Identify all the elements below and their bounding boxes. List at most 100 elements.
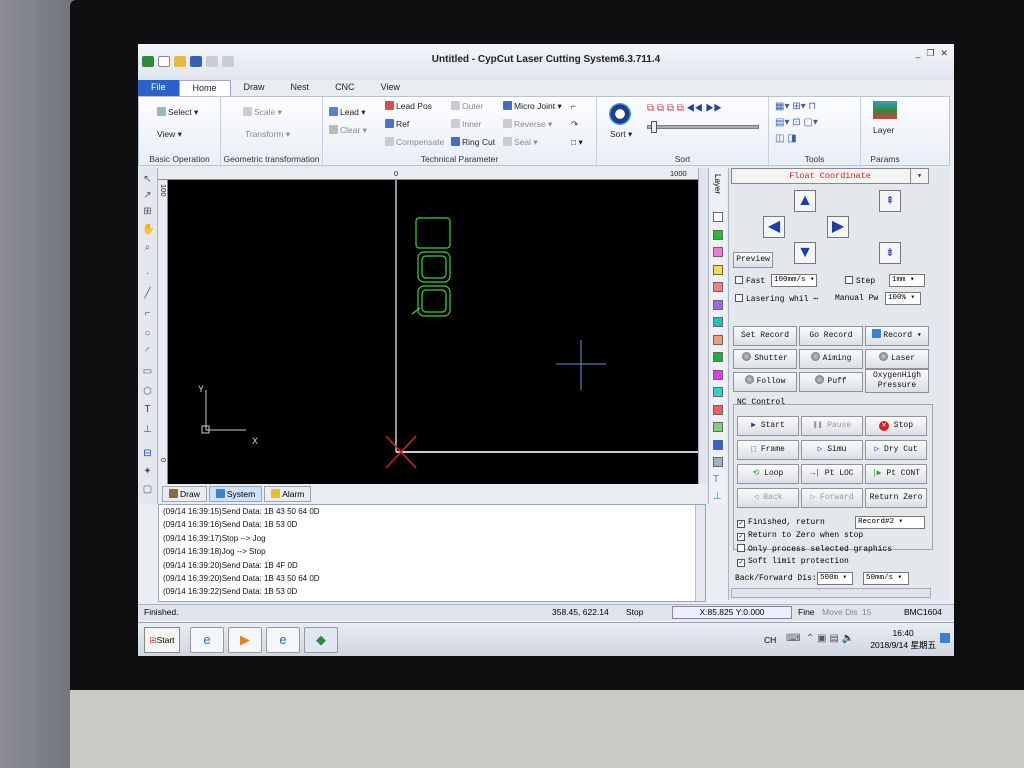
close-button[interactable]: ✕ <box>940 48 948 59</box>
soft-limit-checkbox[interactable]: ✓ Soft limit protection <box>737 557 849 567</box>
drawing-canvas[interactable]: 0 1000 100 0 Y X <box>158 168 698 484</box>
canvas-scrollbar[interactable] <box>698 168 708 484</box>
return-zero-button[interactable]: Return Zero <box>865 488 927 508</box>
tab-cnc[interactable]: CNC <box>322 80 368 96</box>
scale-button[interactable]: Scale ▾ <box>243 107 282 118</box>
inner-button[interactable]: Inner <box>451 119 481 129</box>
coordinate-mode-dropdown-icon[interactable]: ▾ <box>910 169 928 183</box>
line-icon[interactable]: ╱ <box>142 288 153 299</box>
follow-button[interactable]: Follow <box>733 372 797 392</box>
tray-icons[interactable]: ⌃ ▣ ▤ 🔈 <box>806 633 854 644</box>
layer-color-swatch[interactable] <box>713 247 723 257</box>
z-up-button[interactable]: ⇞ <box>879 190 901 212</box>
ring-cut-button[interactable]: Ring Cut <box>451 137 495 147</box>
pt-loc-button[interactable]: →| Pt LOC <box>801 464 863 484</box>
shutter-button[interactable]: Shutter <box>733 349 797 369</box>
sort-icon[interactable] <box>609 103 631 125</box>
tools-icons-row2[interactable]: ▤▾ ⊡ ▢▾ <box>775 117 818 128</box>
dimension-layer-icon[interactable]: ⊥ <box>713 492 723 502</box>
layer-color-swatch[interactable] <box>713 212 723 222</box>
cypcut-app-icon[interactable]: ◆ <box>304 627 338 653</box>
frame-tool-icon[interactable]: ▢ <box>142 484 153 495</box>
jog-down-button[interactable]: ▼ <box>794 242 816 264</box>
jog-up-button[interactable]: ▲ <box>794 190 816 212</box>
set-record-button[interactable]: Set Record <box>733 326 797 346</box>
back-forward-speed-select[interactable]: 50mm/s ▾ <box>863 572 909 585</box>
return-zero-on-stop-check[interactable]: ✓ <box>737 533 745 541</box>
circle-icon[interactable]: ○ <box>142 328 153 339</box>
text-layer-icon[interactable]: T <box>713 474 723 485</box>
restore-button[interactable]: ❐ <box>926 48 934 59</box>
magic-wand-icon[interactable]: ✦ <box>142 466 153 477</box>
coordinate-mode-select[interactable]: Float Coordinate ▾ <box>731 168 929 184</box>
back-forward-distance-select[interactable]: 500m ▾ <box>817 572 853 585</box>
fast-speed-select[interactable]: 100mm/s ▾ <box>771 274 817 287</box>
record-menu-button[interactable]: Record ▾ <box>865 326 929 346</box>
clock[interactable]: 16:40 2018/9/14 星期五 <box>870 627 936 651</box>
layer-color-swatch[interactable] <box>713 299 723 310</box>
log-scrollbar[interactable] <box>695 505 705 601</box>
finished-target-select[interactable]: Record#2 ▾ <box>855 516 925 529</box>
tab-draw[interactable]: Draw <box>231 80 278 96</box>
frame-button[interactable]: ⬚ Frame <box>737 440 799 460</box>
preview-button[interactable]: Preview <box>733 252 773 268</box>
ie-browser-2-icon[interactable]: e <box>266 627 300 653</box>
layer-color-swatch[interactable] <box>713 317 723 327</box>
return-zero-on-stop-checkbox[interactable]: ✓ Return to Zero when stop <box>737 531 863 541</box>
tab-view[interactable]: View <box>368 80 413 96</box>
select-button[interactable]: Select ▾ <box>157 107 198 118</box>
loop-button[interactable]: ⟲ Loop <box>737 464 799 484</box>
manual-power-select[interactable]: 100% ▾ <box>885 292 921 305</box>
tab-system-output[interactable]: System <box>208 486 263 502</box>
seal-button[interactable]: Seal ▾ <box>503 137 538 148</box>
lead-pos-button[interactable]: Lead Pos <box>385 101 432 111</box>
corner-tool-icon[interactable]: ⌐ <box>571 101 576 111</box>
layer-color-swatch[interactable] <box>713 457 723 467</box>
rectangle-icon[interactable]: ▭ <box>142 366 153 377</box>
forward-button[interactable]: ▷ Forward <box>801 488 863 508</box>
finished-return-checkbox[interactable]: ✓ Finished, return <box>737 518 825 528</box>
polyline-icon[interactable]: ⌐ <box>142 308 153 319</box>
layer-color-swatch[interactable] <box>713 282 723 292</box>
start-button[interactable]: ▶ Start <box>737 416 799 436</box>
finished-return-check[interactable]: ✓ <box>737 520 745 528</box>
sort-order-icons[interactable]: ⧉ ⧉ ⧉ ⧉ ◀◀ ▶▶ <box>647 103 721 114</box>
simulate-button[interactable]: ▷ Simu <box>801 440 863 460</box>
tools-icons-row3[interactable]: ◫ ◨ <box>775 133 797 144</box>
jog-left-button[interactable]: ◀ <box>763 216 785 238</box>
curve-tool-icon[interactable]: ↷ <box>571 119 578 130</box>
layer-color-swatch[interactable] <box>713 422 723 432</box>
arc-icon[interactable]: ◜ <box>142 346 153 357</box>
sort-slider-thumb[interactable] <box>651 121 657 133</box>
clear-button[interactable]: Clear ▾ <box>329 125 367 136</box>
text-select-icon[interactable]: ⊞ <box>142 206 153 217</box>
reverse-button[interactable]: Reverse ▾ <box>503 119 552 130</box>
select-tool-icon[interactable]: ↖ <box>142 174 153 185</box>
ie-browser-icon[interactable]: e <box>190 627 224 653</box>
layer-icon[interactable] <box>873 101 897 119</box>
panel-horizontal-scrollbar[interactable] <box>731 588 931 598</box>
layer-button[interactable]: Layer <box>873 125 894 135</box>
tab-file[interactable]: File <box>138 80 179 96</box>
outer-button[interactable]: Outer <box>451 101 483 111</box>
sort-slider[interactable] <box>647 125 759 129</box>
layer-color-swatch[interactable] <box>713 439 723 450</box>
array-icon[interactable]: ⊟ <box>142 448 153 459</box>
only-selected-checkbox[interactable]: Only process selected graphics <box>737 544 892 554</box>
layer-color-swatch[interactable] <box>713 387 723 397</box>
back-button[interactable]: ◁ Back <box>737 488 799 508</box>
lasering-checkbox[interactable]: Lasering whil ⋯ <box>735 294 818 304</box>
show-desktop-icon[interactable] <box>940 633 950 643</box>
tab-alarm-output[interactable]: Alarm <box>264 486 312 502</box>
layer-color-swatch[interactable] <box>713 369 723 380</box>
input-language[interactable]: CH <box>764 635 776 645</box>
gas-select-button[interactable]: OxygenHigh Pressure <box>865 369 929 393</box>
micro-joint-button[interactable]: Micro Joint ▾ <box>503 101 562 112</box>
view-button[interactable]: View ▾ <box>157 129 182 140</box>
tab-home[interactable]: Home <box>178 80 231 96</box>
layer-color-swatch[interactable] <box>713 264 723 275</box>
fast-checkbox[interactable]: Fast <box>735 276 765 286</box>
tab-nest[interactable]: Nest <box>278 80 323 96</box>
soft-limit-check[interactable]: ✓ <box>737 559 745 567</box>
box-tool-icon[interactable]: □ ▾ <box>571 137 583 148</box>
